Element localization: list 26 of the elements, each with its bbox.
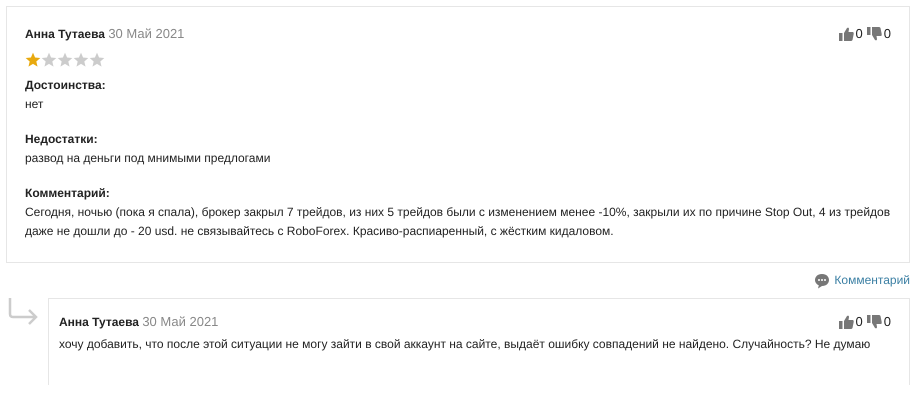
review-date: 30 Май 2021 xyxy=(142,314,218,329)
thumbs-up-icon xyxy=(838,26,854,40)
like-button[interactable]: 0 xyxy=(838,312,863,331)
star-icon xyxy=(73,52,89,68)
review-date: 30 Май 2021 xyxy=(108,26,184,41)
section-text: нет xyxy=(25,96,44,113)
author-name: Анна Тутаева xyxy=(59,315,139,329)
dislike-button[interactable]: 0 xyxy=(866,312,891,331)
section-text: развод на деньги под мнимыми предлогами xyxy=(25,150,272,167)
thumbs-down-icon xyxy=(866,26,882,40)
comment-bubble-icon xyxy=(814,272,830,288)
section-heading: Достоинства: xyxy=(25,77,107,94)
star-icon xyxy=(41,52,57,68)
star-icon xyxy=(25,52,41,68)
author-name: Анна Тутаева xyxy=(25,27,105,41)
comment-link[interactable]: Комментарий xyxy=(814,271,910,290)
star-icon xyxy=(89,52,105,68)
dislike-button[interactable]: 0 xyxy=(866,24,891,43)
star-icon xyxy=(57,52,73,68)
reply-text: хочу добавить, что после этой ситуации не могу зайти в свой аккаунт на сайте, выдаёт ошибку совпадений не найдено. Случайность? Не думаю xyxy=(59,336,872,353)
section-heading: Недостатки: xyxy=(25,131,99,148)
section-heading: Комментарий: xyxy=(25,185,111,202)
thumbs-up-icon xyxy=(838,314,854,328)
section-text: Сегодня, ночью (пока я спала), брокер закрыл 7 трейдов, из них 5 трейдов были с изменением менее -10%, закрыли их по причине Stop Out, 4 из трейдов даже не дошли до - 20 usd. не связывайтесь с RoboForex. Красиво-распиаренный, с жёстким кидаловом. xyxy=(25,204,891,240)
thumbs-down-icon xyxy=(866,314,882,328)
like-button[interactable]: 0 xyxy=(838,24,863,43)
